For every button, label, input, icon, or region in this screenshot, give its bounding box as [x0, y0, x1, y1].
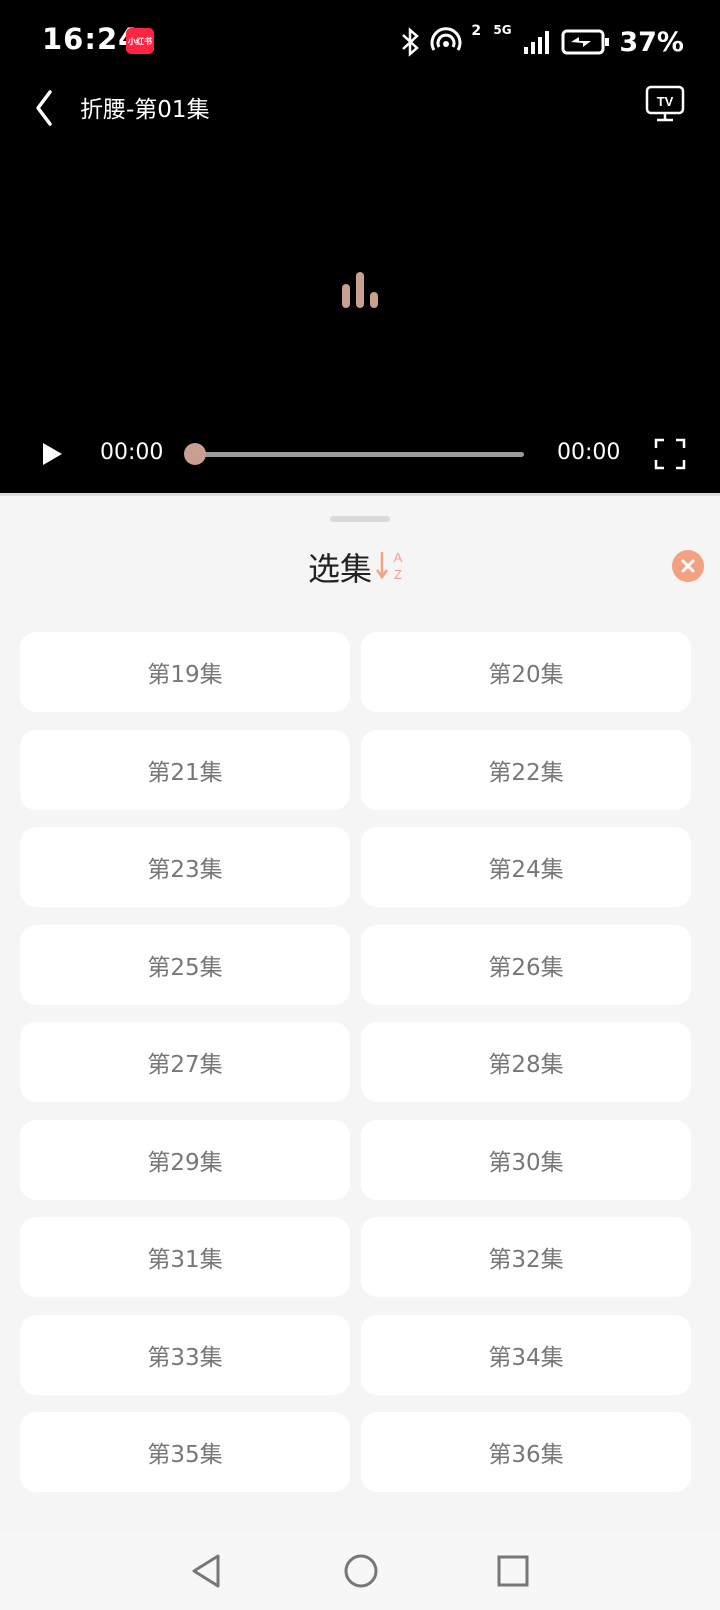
close-button[interactable] — [672, 550, 704, 582]
nav-back-icon[interactable] — [188, 1552, 226, 1590]
video-title: 折腰-第01集 — [80, 97, 210, 123]
episode-button[interactable]: 第21集 — [20, 729, 350, 810]
play-icon[interactable] — [38, 440, 66, 468]
episode-button[interactable]: 第31集 — [20, 1217, 350, 1297]
close-icon — [681, 559, 695, 573]
episode-button[interactable]: 第29集 — [20, 1119, 350, 1200]
back-arrow-icon[interactable] — [28, 86, 68, 130]
episode-button[interactable]: 第36集 — [361, 1412, 691, 1492]
sort-icon[interactable]: A Z — [376, 548, 408, 584]
status-bar: 16:24 小红书 2 5G 37% — [0, 0, 720, 84]
sheet-header: 选集 A Z — [0, 534, 720, 596]
nav-home-icon[interactable] — [342, 1552, 380, 1590]
episode-button[interactable]: 第32集 — [361, 1217, 691, 1297]
progress-bar[interactable] — [194, 452, 524, 457]
episode-button[interactable]: 第24集 — [361, 827, 691, 907]
episode-button[interactable]: 第20集 — [361, 632, 691, 712]
total-time: 00:00 — [557, 440, 621, 465]
episode-button[interactable]: 第34集 — [361, 1314, 691, 1395]
system-nav-bar — [0, 1530, 720, 1610]
hotspot-count: 2 — [471, 23, 482, 39]
status-time: 16:24 — [42, 22, 140, 56]
player-header: 折腰-第01集 TV — [0, 84, 720, 144]
episode-button[interactable]: 第25集 — [20, 924, 350, 1005]
episode-button[interactable]: 第28集 — [361, 1022, 691, 1102]
episode-button[interactable]: 第26集 — [361, 924, 691, 1005]
fullscreen-icon[interactable] — [654, 438, 686, 470]
episode-button[interactable]: 第23集 — [20, 827, 350, 907]
sheet-title: 选集 — [308, 550, 373, 588]
tv-cast-icon[interactable]: TV — [644, 84, 686, 124]
svg-text:Z: Z — [394, 567, 402, 582]
episode-button[interactable]: 第30集 — [361, 1119, 691, 1200]
progress-handle[interactable] — [184, 443, 206, 465]
signal-icon — [524, 31, 550, 54]
svg-text:TV: TV — [657, 94, 674, 109]
battery-icon — [561, 29, 610, 55]
status-icons: 2 5G 37% — [399, 23, 684, 60]
episode-button[interactable]: 第22集 — [361, 729, 691, 810]
svg-text:A: A — [394, 550, 403, 565]
battery-percentage: 37% — [619, 26, 684, 58]
episode-button[interactable]: 第27集 — [20, 1022, 350, 1102]
network-type: 5G — [493, 23, 512, 37]
player-controls: 00:00 00:00 — [0, 430, 720, 478]
episode-button[interactable]: 第35集 — [20, 1412, 350, 1492]
hotspot-icon — [430, 27, 462, 51]
current-time: 00:00 — [100, 440, 164, 465]
drag-handle[interactable] — [330, 516, 390, 522]
video-player[interactable]: 16:24 小红书 2 5G 37% 折腰-第01集 TV 00:00 00:0… — [0, 0, 720, 496]
episode-sheet: 选集 A Z 第19集 第20集 第21集 第22集 第23集 第24集 第25集 第26集第… — [0, 496, 720, 1530]
episode-button[interactable]: 第19集 — [20, 632, 350, 712]
episode-button[interactable]: 第33集 — [20, 1314, 350, 1395]
bluetooth-icon — [402, 27, 420, 57]
xiaohongshu-app-icon: 小红书 — [126, 28, 154, 54]
loading-icon — [342, 272, 378, 308]
nav-recent-icon[interactable] — [494, 1552, 532, 1590]
